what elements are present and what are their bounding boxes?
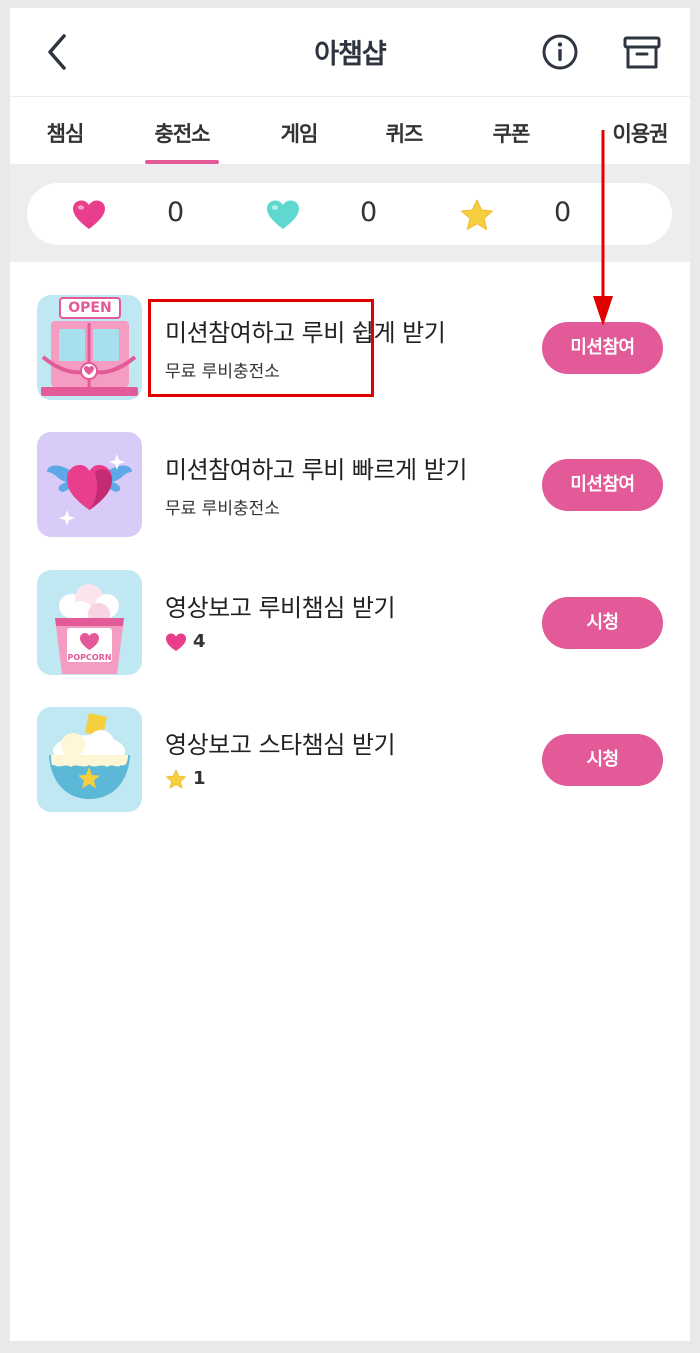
star-icon [166,769,186,789]
teal-heart-icon [267,200,299,229]
tab-games[interactable]: 게임 [262,118,336,148]
tab-charging-station[interactable]: 충전소 [145,118,219,148]
join-mission-button[interactable]: 미션참여 [542,459,663,511]
item-title: 영상보고 루비챔심 받기 [165,594,396,622]
header-divider [10,96,690,97]
list-item[interactable]: 영상보고 스타챔심 받기 1 시청 [10,707,690,817]
tab-quiz[interactable]: 퀴즈 [367,118,441,148]
item-title: 영상보고 스타챔심 받기 [165,731,396,759]
popcorn-icon: POPCORN [37,570,142,675]
watch-button[interactable]: 시청 [542,734,663,786]
star-bowl-icon [37,707,142,812]
watch-button[interactable]: 시청 [542,597,663,649]
item-title: 미션참여하고 루비 빠르게 받기 [165,456,467,484]
pink-heart-icon [73,200,105,229]
highlight-box [148,299,374,397]
tab-champsim[interactable]: 챔심 [28,118,102,148]
pink-heart-count: 0 [167,197,185,228]
star-icon [461,199,493,230]
archive-button[interactable] [622,34,662,72]
reward-amount: 4 [193,631,206,652]
tab-coupon[interactable]: 쿠폰 [474,118,548,148]
open-sign-text: OPEN [68,300,112,316]
list-item[interactable]: 미션참여하고 루비 빠르게 받기 무료 루비충전소 미션참여 [10,432,690,542]
reward-amount: 1 [193,768,206,789]
heart-icon [166,633,186,651]
info-circle-icon [542,34,578,70]
popcorn-label: POPCORN [67,653,112,662]
open-store-icon: OPEN [37,295,142,400]
item-subtitle: 무료 루비충전소 [165,499,280,519]
join-mission-button[interactable]: 미션참여 [542,322,663,374]
app-screen: 아챔샵 챔심 충전소 게임 퀴즈 쿠폰 이용권 0 0 0 OPEN 미션참여하… [10,8,690,1341]
teal-heart-count: 0 [360,197,378,228]
list-item[interactable]: POPCORN 영상보고 루비챔심 받기 4 시청 [10,570,690,680]
star-count: 0 [554,197,572,228]
info-button[interactable] [540,32,580,72]
winged-heart-icon [37,432,142,537]
page-title: 아챔샵 [314,39,387,70]
top-app-bar: 아챔샵 [10,8,690,98]
balance-bar: 0 0 0 [27,183,672,245]
archive-box-icon [623,36,661,69]
pointer-arrow-icon [593,130,613,326]
